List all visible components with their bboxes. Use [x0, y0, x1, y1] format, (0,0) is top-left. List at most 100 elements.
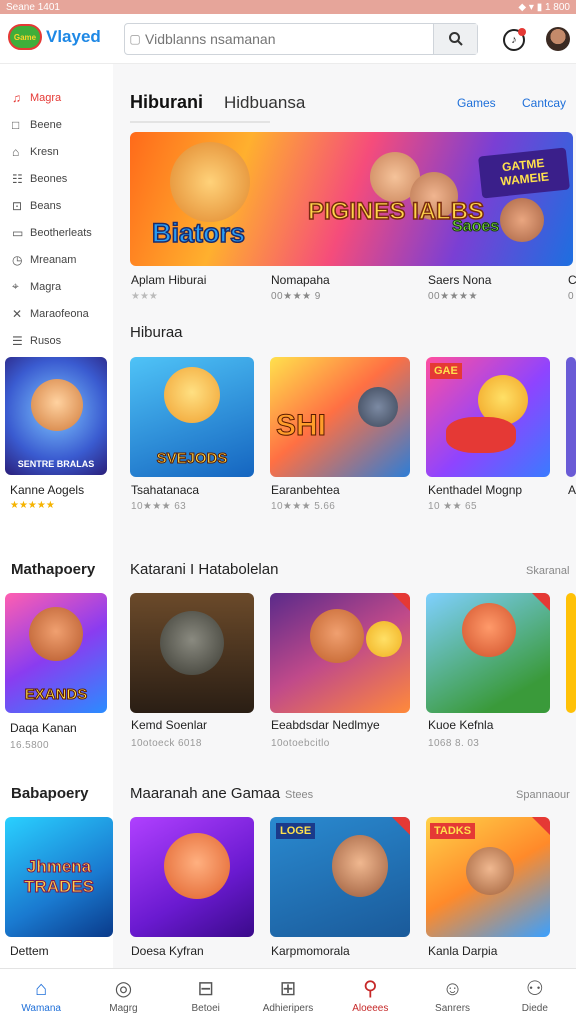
game-tile[interactable]: SENTRE BRALAS: [5, 357, 107, 475]
home-icon: ⌂: [12, 144, 20, 159]
featured-name-0[interactable]: Aplam Hiburai: [131, 273, 206, 287]
status-icons: ◆ ▾ ▮ 1 800: [518, 1, 570, 13]
game-name[interactable]: Kanla Darpia: [428, 944, 497, 958]
avatar[interactable]: [546, 27, 570, 51]
game-tile[interactable]: EXANDS: [5, 593, 107, 713]
sidebar-item-7[interactable]: ⌖ Magra: [0, 273, 113, 300]
tag-icon: ⌖: [12, 279, 19, 293]
banner-character-girl: [500, 198, 544, 242]
sidebar-item-3[interactable]: ☷ Beones: [0, 165, 113, 192]
search-prefix-icon: ▢: [129, 32, 141, 46]
section-title-1: Katarani I Hatabolelan: [130, 561, 279, 578]
game-tile[interactable]: SHI: [270, 357, 410, 477]
sidebar-item-label: Rusos: [30, 334, 62, 347]
game-tile[interactable]: [270, 593, 410, 713]
featured-meta-3: 0: [568, 291, 575, 302]
grid-icon: ⊞: [279, 978, 297, 1000]
tile-title: SENTRE BRALAS: [17, 459, 95, 469]
nav-item-4[interactable]: ⚲ Aloeees: [329, 969, 411, 1024]
people-icon: ☺: [442, 978, 463, 1000]
sidebar-item-5[interactable]: ▭ Beotherleats: [0, 219, 113, 246]
section-link-2[interactable]: Spannaour: [516, 789, 570, 801]
circle-icon: ◎: [114, 978, 133, 1000]
section-link-1[interactable]: Skaranal: [526, 565, 569, 577]
sidebar-item-label: Mreanam: [30, 253, 77, 266]
nav-item-5[interactable]: ☺ Sanrers: [411, 969, 493, 1024]
tile-character: [466, 847, 514, 895]
nav-label: Magrg: [109, 1003, 138, 1014]
section-title-2: Maaranah ane Gamaa: [130, 785, 281, 802]
tile-character: [462, 603, 516, 657]
featured-banner[interactable]: Biators PIGINES IALBS GATME WAMEIE Saoes: [130, 132, 573, 266]
sidebar-item-label: Maraofeona: [30, 307, 89, 320]
tile-character: [160, 611, 224, 675]
game-tile[interactable]: [566, 593, 576, 713]
title-underline: [130, 121, 270, 123]
tile-character: [332, 835, 388, 897]
game-tile[interactable]: [426, 593, 550, 713]
game-tile[interactable]: SVEJODS: [130, 357, 254, 477]
nav-item-1[interactable]: ◎ Magrg: [82, 969, 164, 1024]
nav-item-home[interactable]: ⌂ Wamana: [0, 969, 82, 1024]
nav-item-3[interactable]: ⊞ Adhieripers: [247, 969, 329, 1024]
search-button[interactable]: [433, 24, 477, 54]
game-tile[interactable]: GAE: [426, 357, 550, 477]
search-box: ▢: [124, 23, 478, 55]
home-icon: ⌂: [35, 978, 48, 1000]
sidebar-item-1[interactable]: □ Beene: [0, 111, 113, 138]
clock-icon: ◷: [12, 252, 23, 267]
banner-badge: GATME WAMEIE: [478, 147, 570, 199]
game-name[interactable]: Earanbehtea: [271, 483, 340, 497]
nav-item-2[interactable]: ⊟ Betoei: [165, 969, 247, 1024]
game-name[interactable]: A: [568, 483, 576, 497]
search-icon: [448, 32, 463, 46]
tile-corner-badge: [532, 817, 550, 835]
bag-icon: ♫: [12, 90, 21, 105]
sidebar-item-6[interactable]: ◷ Mreanam: [0, 246, 113, 273]
sidebar-item-label: Beene: [30, 118, 62, 131]
notification-dot: [518, 28, 526, 36]
nav-label: Wamana: [21, 1003, 61, 1014]
notification-bell-icon[interactable]: ♪: [503, 28, 526, 51]
sidebar-item-8[interactable]: ✕ Maraofeona: [0, 300, 113, 327]
game-tile[interactable]: [566, 357, 576, 477]
featured-name-2[interactable]: Saers Nona: [428, 273, 491, 287]
search-input[interactable]: [145, 31, 433, 47]
tile-emoji: [366, 621, 402, 657]
game-tile[interactable]: [130, 593, 254, 713]
featured-name-3[interactable]: C: [568, 273, 576, 287]
status-bar: Seane 1401 ◆ ▾ ▮ 1 800: [0, 0, 576, 14]
featured-name-1[interactable]: Nomapaha: [271, 273, 330, 287]
box-icon: ⊟: [197, 978, 215, 1000]
game-tile[interactable]: [130, 817, 254, 937]
game-name[interactable]: Kuoe Kefnla: [428, 718, 493, 732]
game-tile[interactable]: Jhmena TRADES: [5, 817, 113, 937]
sidebar-item-2[interactable]: ⌂ Kresn: [0, 138, 113, 165]
logo-text: Vlayed: [46, 27, 101, 46]
header-link-category[interactable]: Cantcay: [522, 96, 566, 110]
tile-character: [164, 367, 220, 423]
game-name[interactable]: Kemd Soenlar: [131, 718, 207, 732]
game-name[interactable]: Kenthadel Mognp: [428, 483, 522, 497]
game-meta: 10 ★★ 65: [428, 501, 477, 512]
app-logo[interactable]: Game Vlayed: [8, 24, 101, 50]
tile-prop: [446, 417, 516, 453]
nav-item-6[interactable]: ⚇ Diede: [494, 969, 576, 1024]
game-name[interactable]: Daqa Kanan: [10, 721, 77, 735]
game-name[interactable]: Doesa Kyfran: [131, 944, 204, 958]
sidebar-item-0[interactable]: ♫ Magra: [0, 84, 113, 111]
game-tile[interactable]: LOGE: [270, 817, 410, 937]
sidebar-item-4[interactable]: ⊡ Beans: [0, 192, 113, 219]
sidebar-item-9[interactable]: ☰ Rusos: [0, 327, 113, 354]
game-name[interactable]: Eeabdsdar Nedlmye: [271, 718, 380, 732]
game-name[interactable]: Karpmomorala: [271, 944, 350, 958]
game-name[interactable]: Dettem: [10, 944, 49, 958]
sidebar-item-label: Kresn: [30, 145, 59, 158]
game-name[interactable]: Kanne Aogels: [10, 483, 84, 497]
header-link-games[interactable]: Games: [457, 96, 496, 110]
game-name[interactable]: Tsahatanaca: [131, 483, 199, 497]
game-tile[interactable]: TADKS: [426, 817, 550, 937]
tile-title: TADKS: [430, 823, 476, 839]
tile-character: [310, 609, 364, 663]
sidebar-item-label: Magra: [30, 280, 62, 293]
